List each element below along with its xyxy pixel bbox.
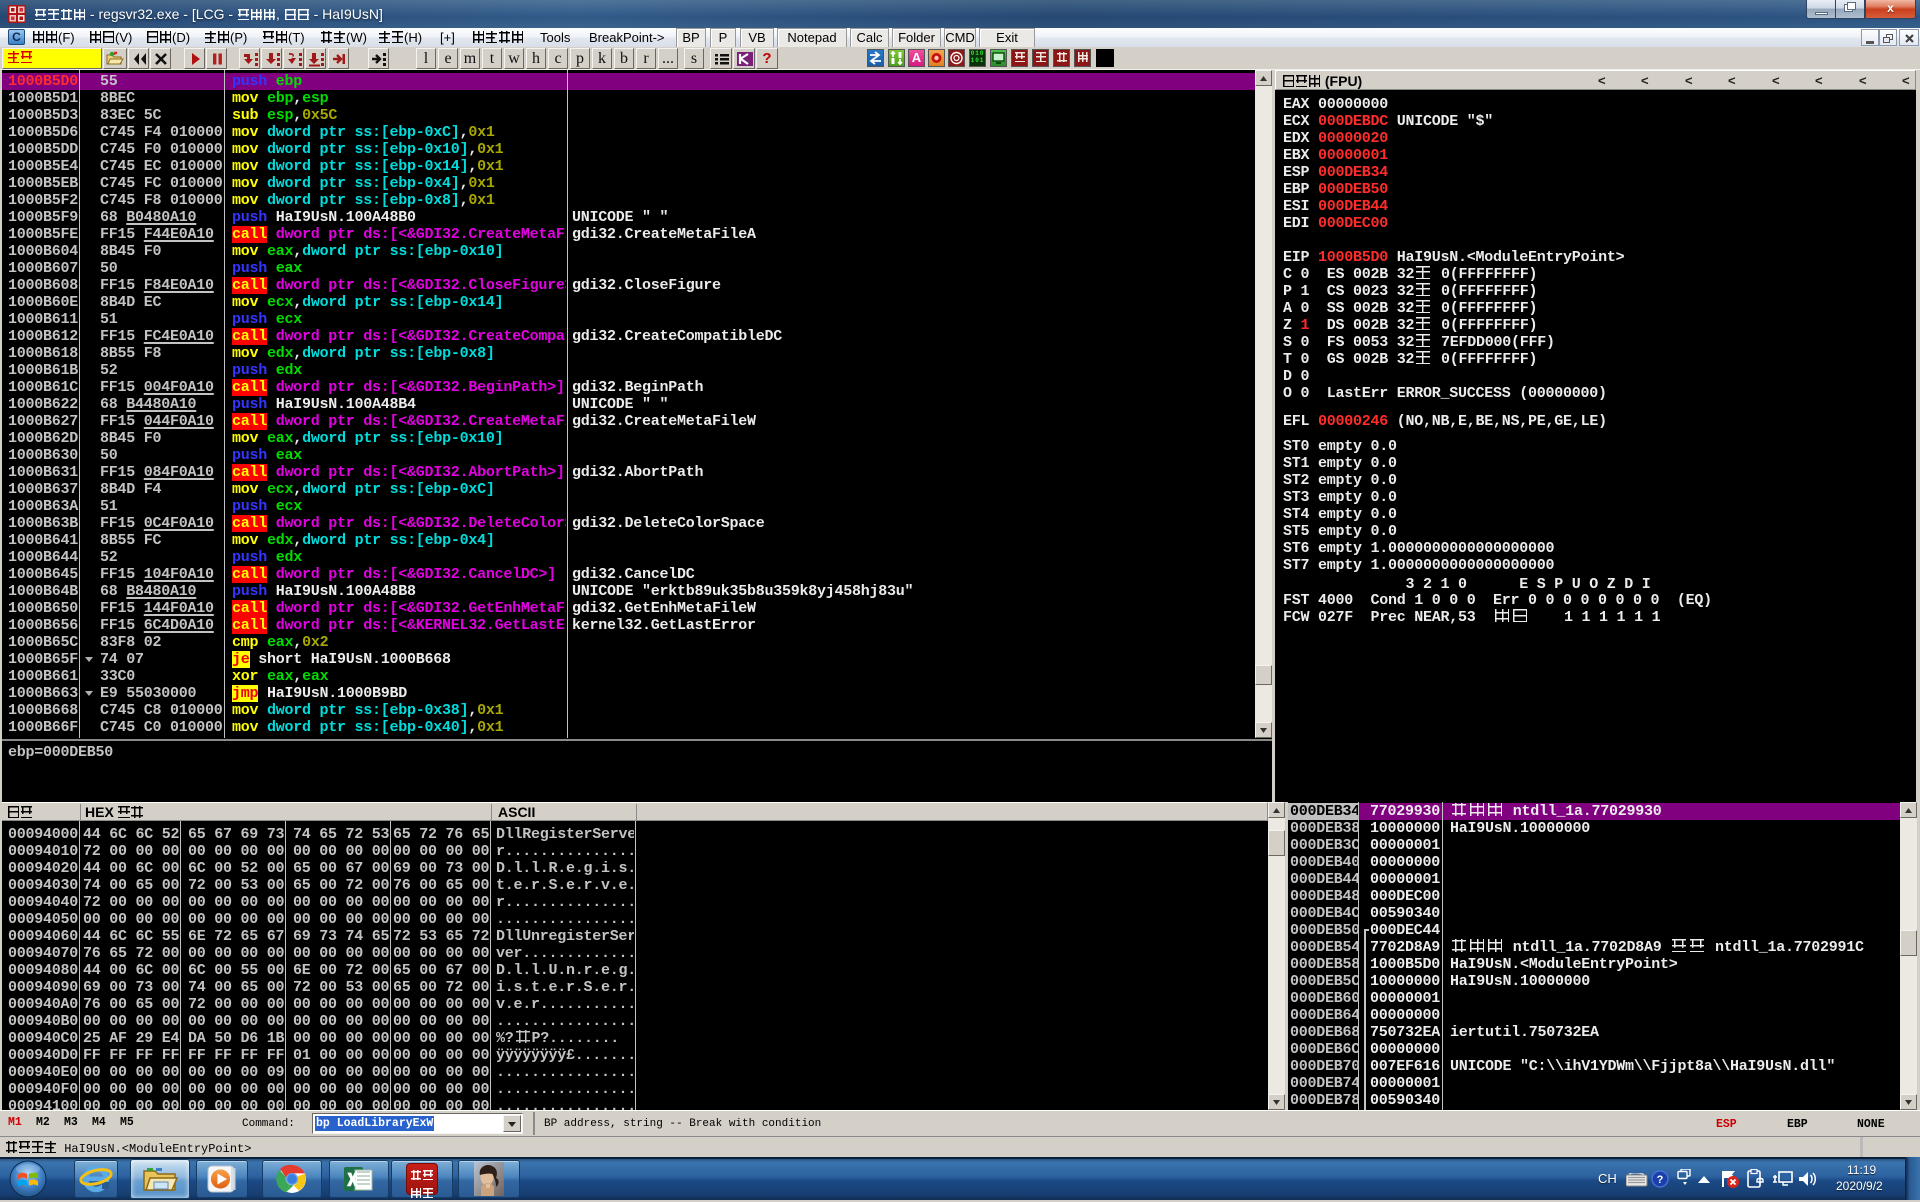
svg-text:?: ? xyxy=(1657,1174,1664,1186)
